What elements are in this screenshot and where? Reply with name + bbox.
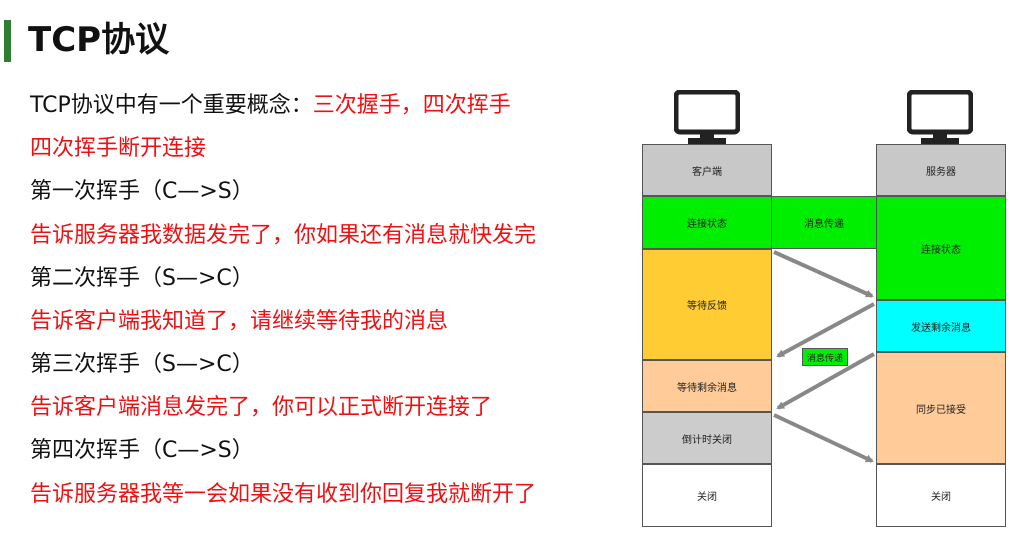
tcp-close-diagram: 客户端 连接状态 等待反馈 等待剩余消息 倒计时关闭 关闭 消息传递 服务器 连…: [640, 86, 1012, 533]
text-line-8: 告诉客户端消息发完了，你可以正式断开连接了: [30, 395, 493, 420]
title-accent-bar: [4, 20, 11, 62]
text-line-9: 第四次挥手（C—>S）: [30, 438, 254, 463]
text-line-10: 告诉服务器我等一会如果没有收到你回复我就断开了: [30, 482, 537, 507]
text-line-7: 第三次挥手（S—>C）: [30, 352, 254, 377]
text-line-1-highlight: 三次握手，四次挥手: [312, 93, 511, 118]
arrow-fin-1: [773, 250, 874, 298]
page-title: TCP协议: [28, 20, 170, 60]
text-line-1: TCP协议中有一个重要概念：三次握手，四次挥手: [30, 92, 511, 120]
text-line-3: 第一次挥手（C—>S）: [30, 179, 254, 204]
message-arrows: [773, 250, 875, 463]
text-line-5: 第二次挥手（S—>C）: [30, 266, 254, 291]
text-line-4: 告诉服务器我数据发完了，你如果还有消息就快发完: [30, 223, 537, 248]
text-line-6: 告诉客户端我知道了，请继续等待我的消息: [30, 309, 449, 334]
text-line-1-intro: TCP协议中有一个重要概念：: [30, 93, 313, 118]
text-line-2: 四次挥手断开连接: [30, 136, 207, 161]
message-transfer-label: 消息传递: [802, 348, 848, 366]
arrow-ack-4: [773, 413, 874, 463]
